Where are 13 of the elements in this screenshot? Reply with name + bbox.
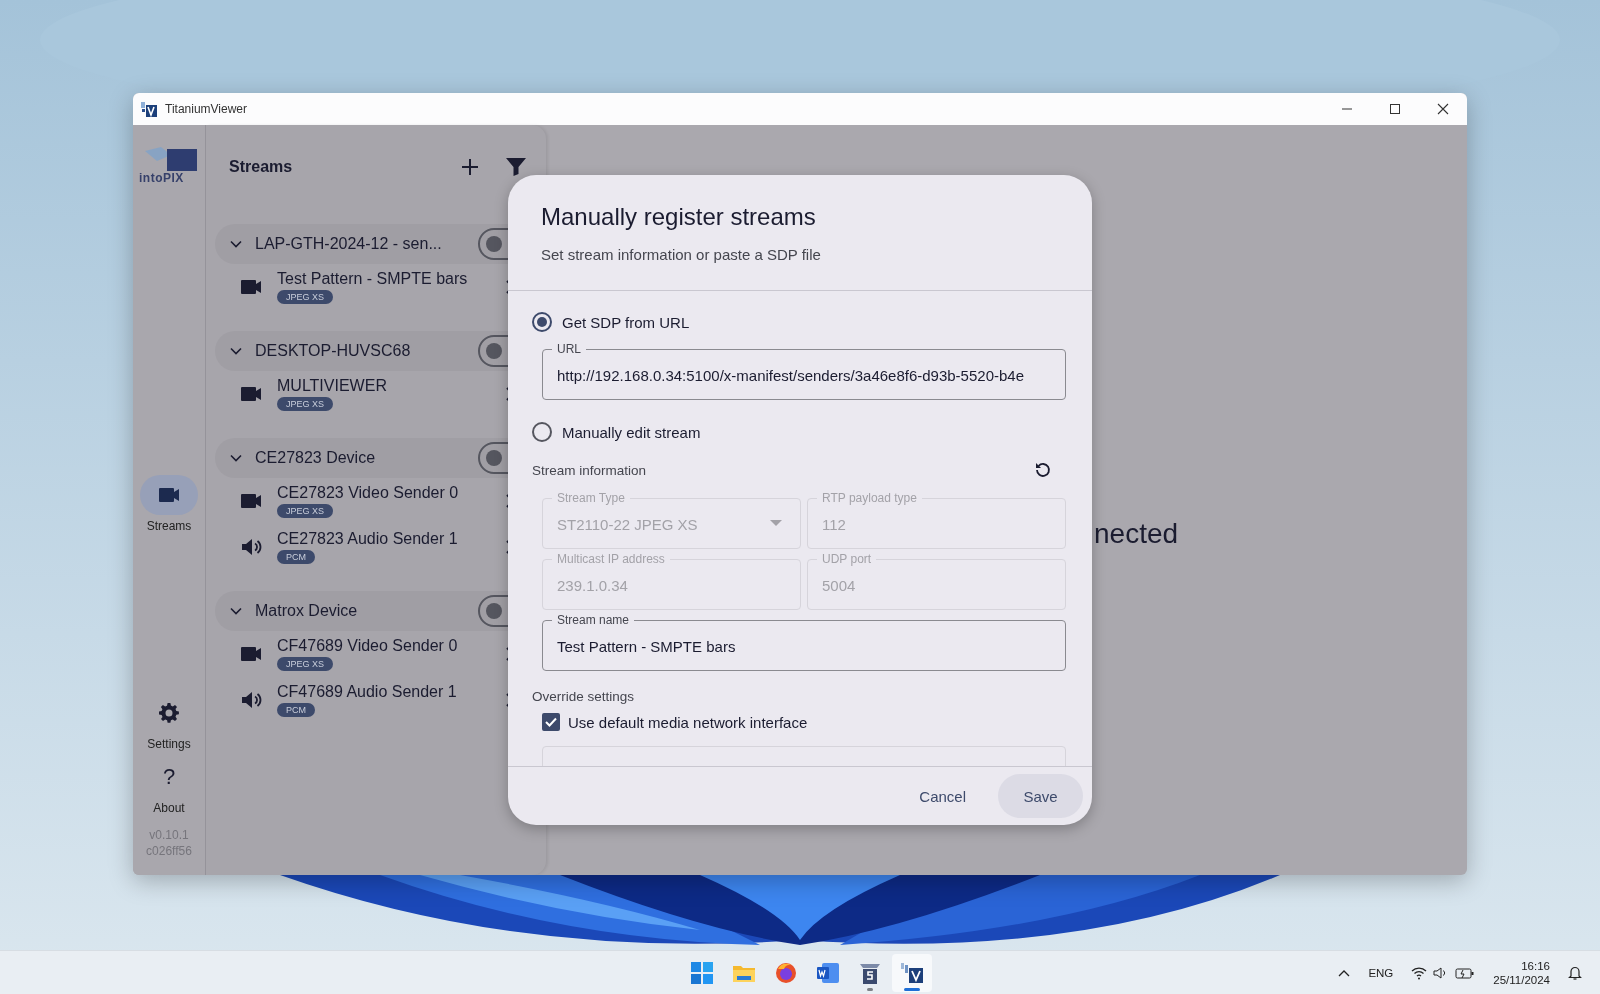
format-badge: PCM — [277, 550, 315, 564]
panel-title: Streams — [229, 158, 294, 176]
logo: intoPIX — [139, 145, 199, 185]
format-badge: PCM — [277, 703, 315, 717]
status-text: nected — [1094, 518, 1179, 550]
format-badge: JPEG XS — [277, 397, 333, 411]
format-badge: JPEG XS — [277, 290, 333, 304]
format-badge: JPEG XS — [277, 657, 333, 671]
dialog-subtitle: Set stream information or paste a SDP file — [541, 246, 822, 263]
format-badge: JPEG XS — [277, 504, 333, 518]
window-title: TitaniumViewer — [165, 102, 248, 116]
dialog-title: Manually register streams — [541, 203, 817, 231]
section-title: Override settings — [532, 688, 636, 706]
